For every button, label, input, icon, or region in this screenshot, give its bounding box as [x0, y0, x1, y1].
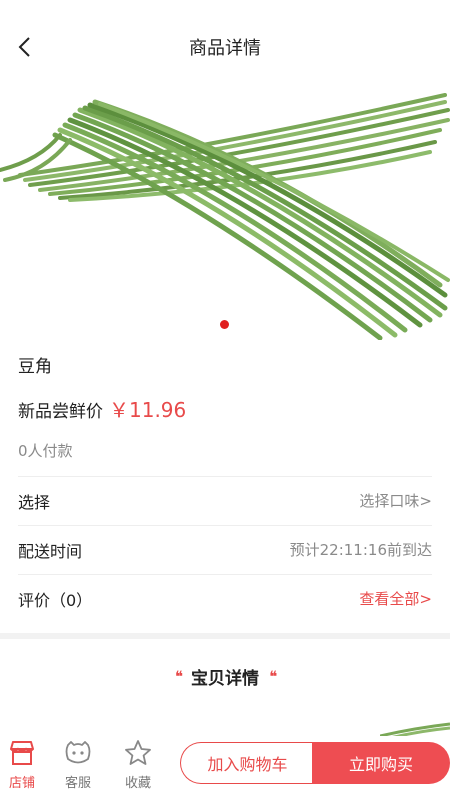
carousel-indicator-dot[interactable] — [220, 320, 229, 329]
flavor-select-row[interactable]: 选择 选择口味> — [18, 476, 432, 524]
row-label: 选择 — [18, 492, 51, 512]
reviews-row[interactable]: 评价（0） 查看全部> — [18, 574, 432, 622]
nav-favorite[interactable]: 收藏 — [116, 738, 160, 796]
star-icon — [123, 738, 153, 768]
row-value: 选择口味> — [359, 492, 432, 510]
delivery-time-row: 配送时间 预计22:11:16前到达 — [18, 525, 432, 573]
detail-title: 宝贝详情 — [191, 669, 259, 689]
detail-section-title: ❛❛ 宝贝详情 ❛❛ — [0, 664, 450, 689]
paid-count: 0人付款 — [18, 442, 73, 460]
price-value: ￥11.96 — [109, 398, 187, 422]
shop-icon — [7, 738, 37, 768]
buy-now-button[interactable]: 立即购买 — [312, 742, 450, 784]
view-all-link[interactable]: 查看全部> — [359, 588, 432, 609]
nav-shop[interactable]: 店铺 — [0, 738, 44, 796]
section-divider — [0, 633, 450, 639]
row-label: 评价（0） — [18, 590, 93, 610]
app-header: 商品详情 — [0, 0, 450, 90]
nav-label: 收藏 — [124, 776, 151, 791]
add-to-cart-button[interactable]: 加入购物车 — [180, 742, 314, 784]
page-title: 商品详情 — [189, 38, 261, 59]
quote-decoration-icon: ❛❛ — [174, 667, 183, 686]
row-label: 配送时间 — [18, 541, 83, 561]
nav-label: 店铺 — [8, 776, 35, 791]
row-value: 预计22:11:16前到达 — [289, 541, 432, 559]
price-label: 新品尝鲜价 — [18, 402, 103, 422]
product-image[interactable] — [0, 90, 450, 340]
long-beans-image — [0, 93, 450, 340]
product-name: 豆角 — [18, 357, 52, 377]
quote-decoration-icon: ❛❛ — [269, 667, 277, 686]
nav-label: 客服 — [64, 776, 91, 791]
price-row: 新品尝鲜价 ￥11.96 — [18, 394, 186, 423]
nav-customer-service[interactable]: 客服 — [56, 738, 100, 796]
customer-service-icon — [63, 738, 93, 768]
